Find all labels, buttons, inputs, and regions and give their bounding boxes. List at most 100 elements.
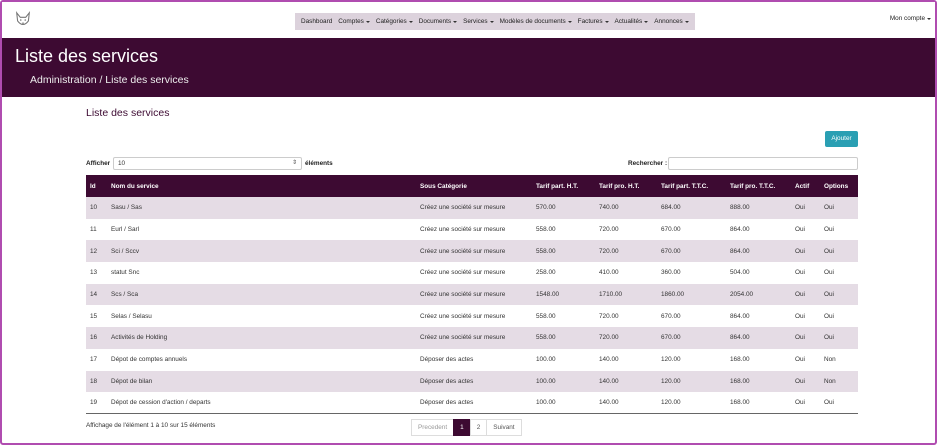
cell-part-ht: 1548.00 [536, 291, 560, 299]
menu-item-factures[interactable]: Factures [575, 18, 612, 25]
cell-pro-ttc: 168.00 [730, 356, 750, 364]
cell-id: 14 [90, 291, 98, 299]
caret-down-icon [684, 20, 689, 23]
cell-options: Oui [824, 269, 834, 277]
cell-pro-ht: 140.00 [599, 399, 619, 407]
page-button-1[interactable]: 1 [453, 419, 471, 436]
cell-id: 19 [90, 399, 98, 407]
cell-options: Non [824, 356, 836, 364]
cell-name: Eurl / Sarl [111, 226, 140, 234]
cell-pro-ht: 720.00 [599, 334, 619, 342]
length-suffix: éléments [305, 160, 333, 167]
cell-subcategory: Créez une société sur mesure [420, 247, 506, 255]
cell-actif: Oui [795, 247, 805, 255]
pagination: Precedent 1 2 Suivant [411, 419, 522, 436]
menu-item-annonces[interactable]: Annonces [651, 18, 691, 25]
next-page-button[interactable]: Suivant [486, 419, 522, 436]
table-row[interactable]: 12 Sci / Sccv Créez une société sur mesure… [86, 240, 858, 263]
cell-name: Sasu / Sas [111, 204, 142, 212]
cell-pro-ht: 720.00 [599, 312, 619, 320]
page-button-2[interactable]: 2 [469, 419, 488, 436]
menu-item-actualites[interactable]: Actualités [612, 18, 652, 25]
menu-item-documents[interactable]: Documents [416, 18, 460, 25]
menu-item-dashboard[interactable]: Dashboard [298, 18, 335, 25]
table-row[interactable]: 16 Activités de Holding Créez une société … [86, 327, 858, 349]
cell-pro-ht: 140.00 [599, 356, 619, 364]
breadcrumb: Administration / Liste des services [30, 74, 189, 86]
account-menu[interactable]: Mon compte [890, 15, 931, 22]
column-header-options[interactable]: Options [820, 175, 858, 197]
cell-pro-ttc: 504.00 [730, 269, 750, 277]
cell-subcategory: Créez une société sur mesure [420, 204, 506, 212]
cell-actif: Oui [795, 399, 805, 407]
table-row[interactable]: 18 Dépot de bilan Déposer des actes 100.00 1… [86, 370, 858, 393]
cell-actif: Oui [795, 377, 805, 385]
cell-part-ht: 558.00 [536, 247, 556, 255]
column-header-pro-ttc[interactable]: Tarif pro. T.T.C. [726, 175, 791, 197]
add-button[interactable]: Ajouter [825, 131, 858, 147]
main-menu: Dashboard Comptes Catégories Documents S… [295, 13, 695, 30]
caret-down-icon [408, 20, 413, 23]
cell-pro-ttc: 2054.00 [730, 291, 754, 299]
cell-id: 11 [90, 226, 97, 234]
cell-name: Dépot de cession d'action / departs [111, 399, 211, 407]
search-input[interactable] [668, 157, 858, 170]
column-header-part-ttc[interactable]: Tarif part. T.T.C. [657, 175, 726, 197]
cell-options: Oui [824, 226, 834, 234]
caret-down-icon [927, 17, 931, 20]
menu-item-categories[interactable]: Catégories [373, 18, 416, 25]
cell-name: Activités de Holding [111, 334, 168, 342]
table-row[interactable]: 13 statut Snc Créez une société sur mesure… [86, 262, 858, 284]
cell-subcategory: Déposer des actes [420, 377, 474, 385]
cell-id: 10 [90, 204, 98, 212]
cell-options: Oui [824, 399, 834, 407]
cell-part-ttc: 360.00 [661, 269, 681, 277]
column-header-actif[interactable]: Actif [791, 175, 820, 197]
cell-pro-ht: 410.00 [599, 269, 619, 277]
table-row[interactable]: 19 Dépot de cession d'action / departs Dép… [86, 392, 858, 414]
previous-page-button[interactable]: Precedent [411, 419, 455, 436]
cell-part-ttc: 670.00 [661, 312, 681, 320]
cell-part-ht: 258.00 [536, 269, 556, 277]
cell-part-ht: 558.00 [536, 334, 556, 342]
column-header-pro-ht[interactable]: Tarif pro. H.T. [595, 175, 657, 197]
page-length-value: 10 [118, 160, 126, 167]
caret-down-icon [644, 20, 649, 23]
cell-pro-ht: 720.00 [599, 247, 619, 255]
caret-down-icon [453, 20, 458, 23]
page-length-select[interactable]: 10 ⇕ [113, 157, 302, 170]
column-header-subcategory[interactable]: Sous Catégorie [416, 175, 532, 197]
table-row[interactable]: 14 Scs / Sca Créez une société sur mesure 1… [86, 283, 858, 306]
menu-item-services[interactable]: Services [460, 18, 497, 25]
cell-actif: Oui [795, 312, 805, 320]
cell-part-ttc: 670.00 [661, 334, 681, 342]
cell-pro-ttc: 864.00 [730, 312, 750, 320]
caret-down-icon [567, 20, 572, 23]
table-row[interactable]: 15 Selas / Selasu Créez une société sur me… [86, 305, 858, 328]
cell-pro-ht: 740.00 [599, 204, 619, 212]
menu-item-modeles[interactable]: Modèles de documents [497, 18, 575, 25]
fox-logo-icon[interactable] [14, 11, 32, 29]
menu-item-comptes[interactable]: Comptes [335, 18, 373, 25]
cell-name: Dépot de bilan [111, 377, 153, 385]
cell-part-ttc: 684.00 [661, 204, 681, 212]
column-header-name[interactable]: Nom du service [107, 175, 416, 197]
caret-down-icon [604, 20, 609, 23]
column-header-id[interactable]: Id [86, 175, 107, 197]
cell-id: 13 [90, 269, 98, 277]
cell-subcategory: Créez une société sur mesure [420, 269, 506, 277]
search-label: Rechercher : [628, 160, 668, 167]
cell-id: 16 [90, 334, 98, 342]
cell-part-ttc: 120.00 [661, 377, 681, 385]
page-header: Liste des services Administration / List… [2, 38, 935, 97]
cell-part-ttc: 1860.00 [661, 291, 685, 299]
table-row[interactable]: 17 Dépot de comptes annuels Déposer des ac… [86, 348, 858, 371]
cell-actif: Oui [795, 356, 805, 364]
cell-id: 12 [90, 247, 98, 255]
table-row[interactable]: 10 Sasu / Sas Créez une société sur mesure… [86, 197, 858, 219]
cell-pro-ttc: 168.00 [730, 399, 750, 407]
column-header-part-ht[interactable]: Tarif part. H.T. [532, 175, 595, 197]
table-row[interactable]: 11 Eurl / Sarl Créez une société sur mesur… [86, 218, 858, 241]
cell-part-ttc: 670.00 [661, 226, 681, 234]
cell-options: Oui [824, 334, 834, 342]
